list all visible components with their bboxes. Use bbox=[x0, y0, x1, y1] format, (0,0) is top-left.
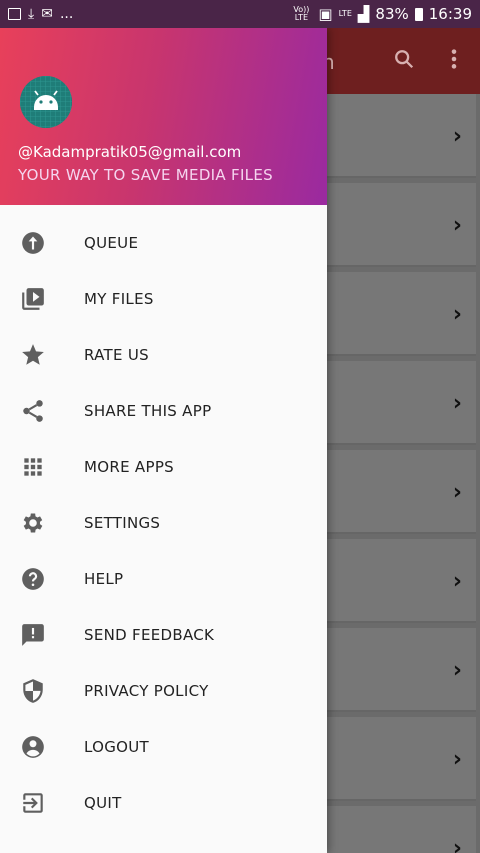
menu-label: MY FILES bbox=[84, 290, 154, 308]
menu-item-logout[interactable]: LOGOUT bbox=[0, 719, 327, 775]
exit-icon bbox=[0, 790, 84, 816]
android-avatar-icon[interactable] bbox=[20, 76, 72, 128]
chevron-right-icon: › bbox=[452, 213, 462, 238]
account-circle-icon bbox=[0, 734, 84, 760]
navigation-drawer: @Kadampratik05@gmail.com YOUR WAY TO SAV… bbox=[0, 28, 327, 853]
apps-grid-icon bbox=[0, 454, 84, 480]
menu-label: PRIVACY POLICY bbox=[84, 682, 209, 700]
chevron-right-icon: › bbox=[452, 836, 462, 853]
menu-item-privacy-policy[interactable]: PRIVACY POLICY bbox=[0, 663, 327, 719]
menu-item-my-files[interactable]: MY FILES bbox=[0, 271, 327, 327]
user-email: @Kadampratik05@gmail.com bbox=[18, 143, 242, 161]
app-tagline: YOUR WAY TO SAVE MEDIA FILES bbox=[18, 166, 273, 184]
menu-label: SHARE THIS APP bbox=[84, 402, 212, 420]
menu-item-help[interactable]: HELP bbox=[0, 551, 327, 607]
menu-item-queue[interactable]: QUEUE bbox=[0, 215, 327, 271]
gallery-icon bbox=[8, 8, 21, 20]
menu-item-quit[interactable]: QUIT bbox=[0, 775, 327, 831]
menu-label: QUEUE bbox=[84, 234, 139, 252]
menu-label: QUIT bbox=[84, 794, 122, 812]
chevron-right-icon: › bbox=[452, 569, 462, 594]
chevron-right-icon: › bbox=[452, 124, 462, 149]
feedback-icon bbox=[0, 622, 84, 648]
volte-indicator: Vo)) LTE bbox=[293, 5, 310, 22]
upload-circle-icon bbox=[0, 230, 84, 256]
chevron-right-icon: › bbox=[452, 658, 462, 683]
chevron-right-icon: › bbox=[452, 302, 462, 327]
chevron-right-icon: › bbox=[452, 391, 462, 416]
signal-icon: ▟ bbox=[357, 5, 370, 23]
status-more: ... bbox=[59, 6, 74, 22]
download-icon: ⤓ bbox=[28, 6, 35, 22]
gear-icon bbox=[0, 510, 84, 536]
drawer-header: @Kadampratik05@gmail.com YOUR WAY TO SAV… bbox=[0, 28, 327, 205]
menu-label: LOGOUT bbox=[84, 738, 150, 756]
clock: 16:39 bbox=[428, 5, 472, 23]
lte-indicator: LTE bbox=[338, 9, 352, 18]
chevron-right-icon: › bbox=[452, 480, 462, 505]
shield-icon bbox=[0, 678, 84, 704]
menu-label: HELP bbox=[84, 570, 124, 588]
chevron-right-icon: › bbox=[452, 747, 462, 772]
search-icon[interactable] bbox=[393, 48, 415, 76]
sim-icon: ▣ bbox=[318, 5, 333, 23]
star-icon bbox=[0, 342, 84, 368]
menu-item-more-apps[interactable]: MORE APPS bbox=[0, 439, 327, 495]
battery-percent: 83% bbox=[375, 5, 409, 23]
mail-icon: ✉ bbox=[41, 6, 53, 22]
status-bar: ⤓ ✉ ... Vo)) LTE ▣ LTE ▟ 83% 16:39 bbox=[0, 0, 480, 28]
battery-icon bbox=[414, 7, 423, 21]
menu-label: MORE APPS bbox=[84, 458, 174, 476]
drawer-menu: QUEUE MY FILES RATE US SHARE THIS APP MO… bbox=[0, 205, 327, 831]
menu-item-settings[interactable]: SETTINGS bbox=[0, 495, 327, 551]
menu-item-rate-us[interactable]: RATE US bbox=[0, 327, 327, 383]
menu-label: SEND FEEDBACK bbox=[84, 626, 215, 644]
share-icon bbox=[0, 398, 84, 424]
overflow-menu-icon[interactable] bbox=[450, 48, 458, 76]
menu-label: RATE US bbox=[84, 346, 149, 364]
menu-item-share-app[interactable]: SHARE THIS APP bbox=[0, 383, 327, 439]
video-library-icon bbox=[0, 286, 84, 312]
menu-label: SETTINGS bbox=[84, 514, 161, 532]
help-icon bbox=[0, 566, 84, 592]
menu-item-send-feedback[interactable]: SEND FEEDBACK bbox=[0, 607, 327, 663]
